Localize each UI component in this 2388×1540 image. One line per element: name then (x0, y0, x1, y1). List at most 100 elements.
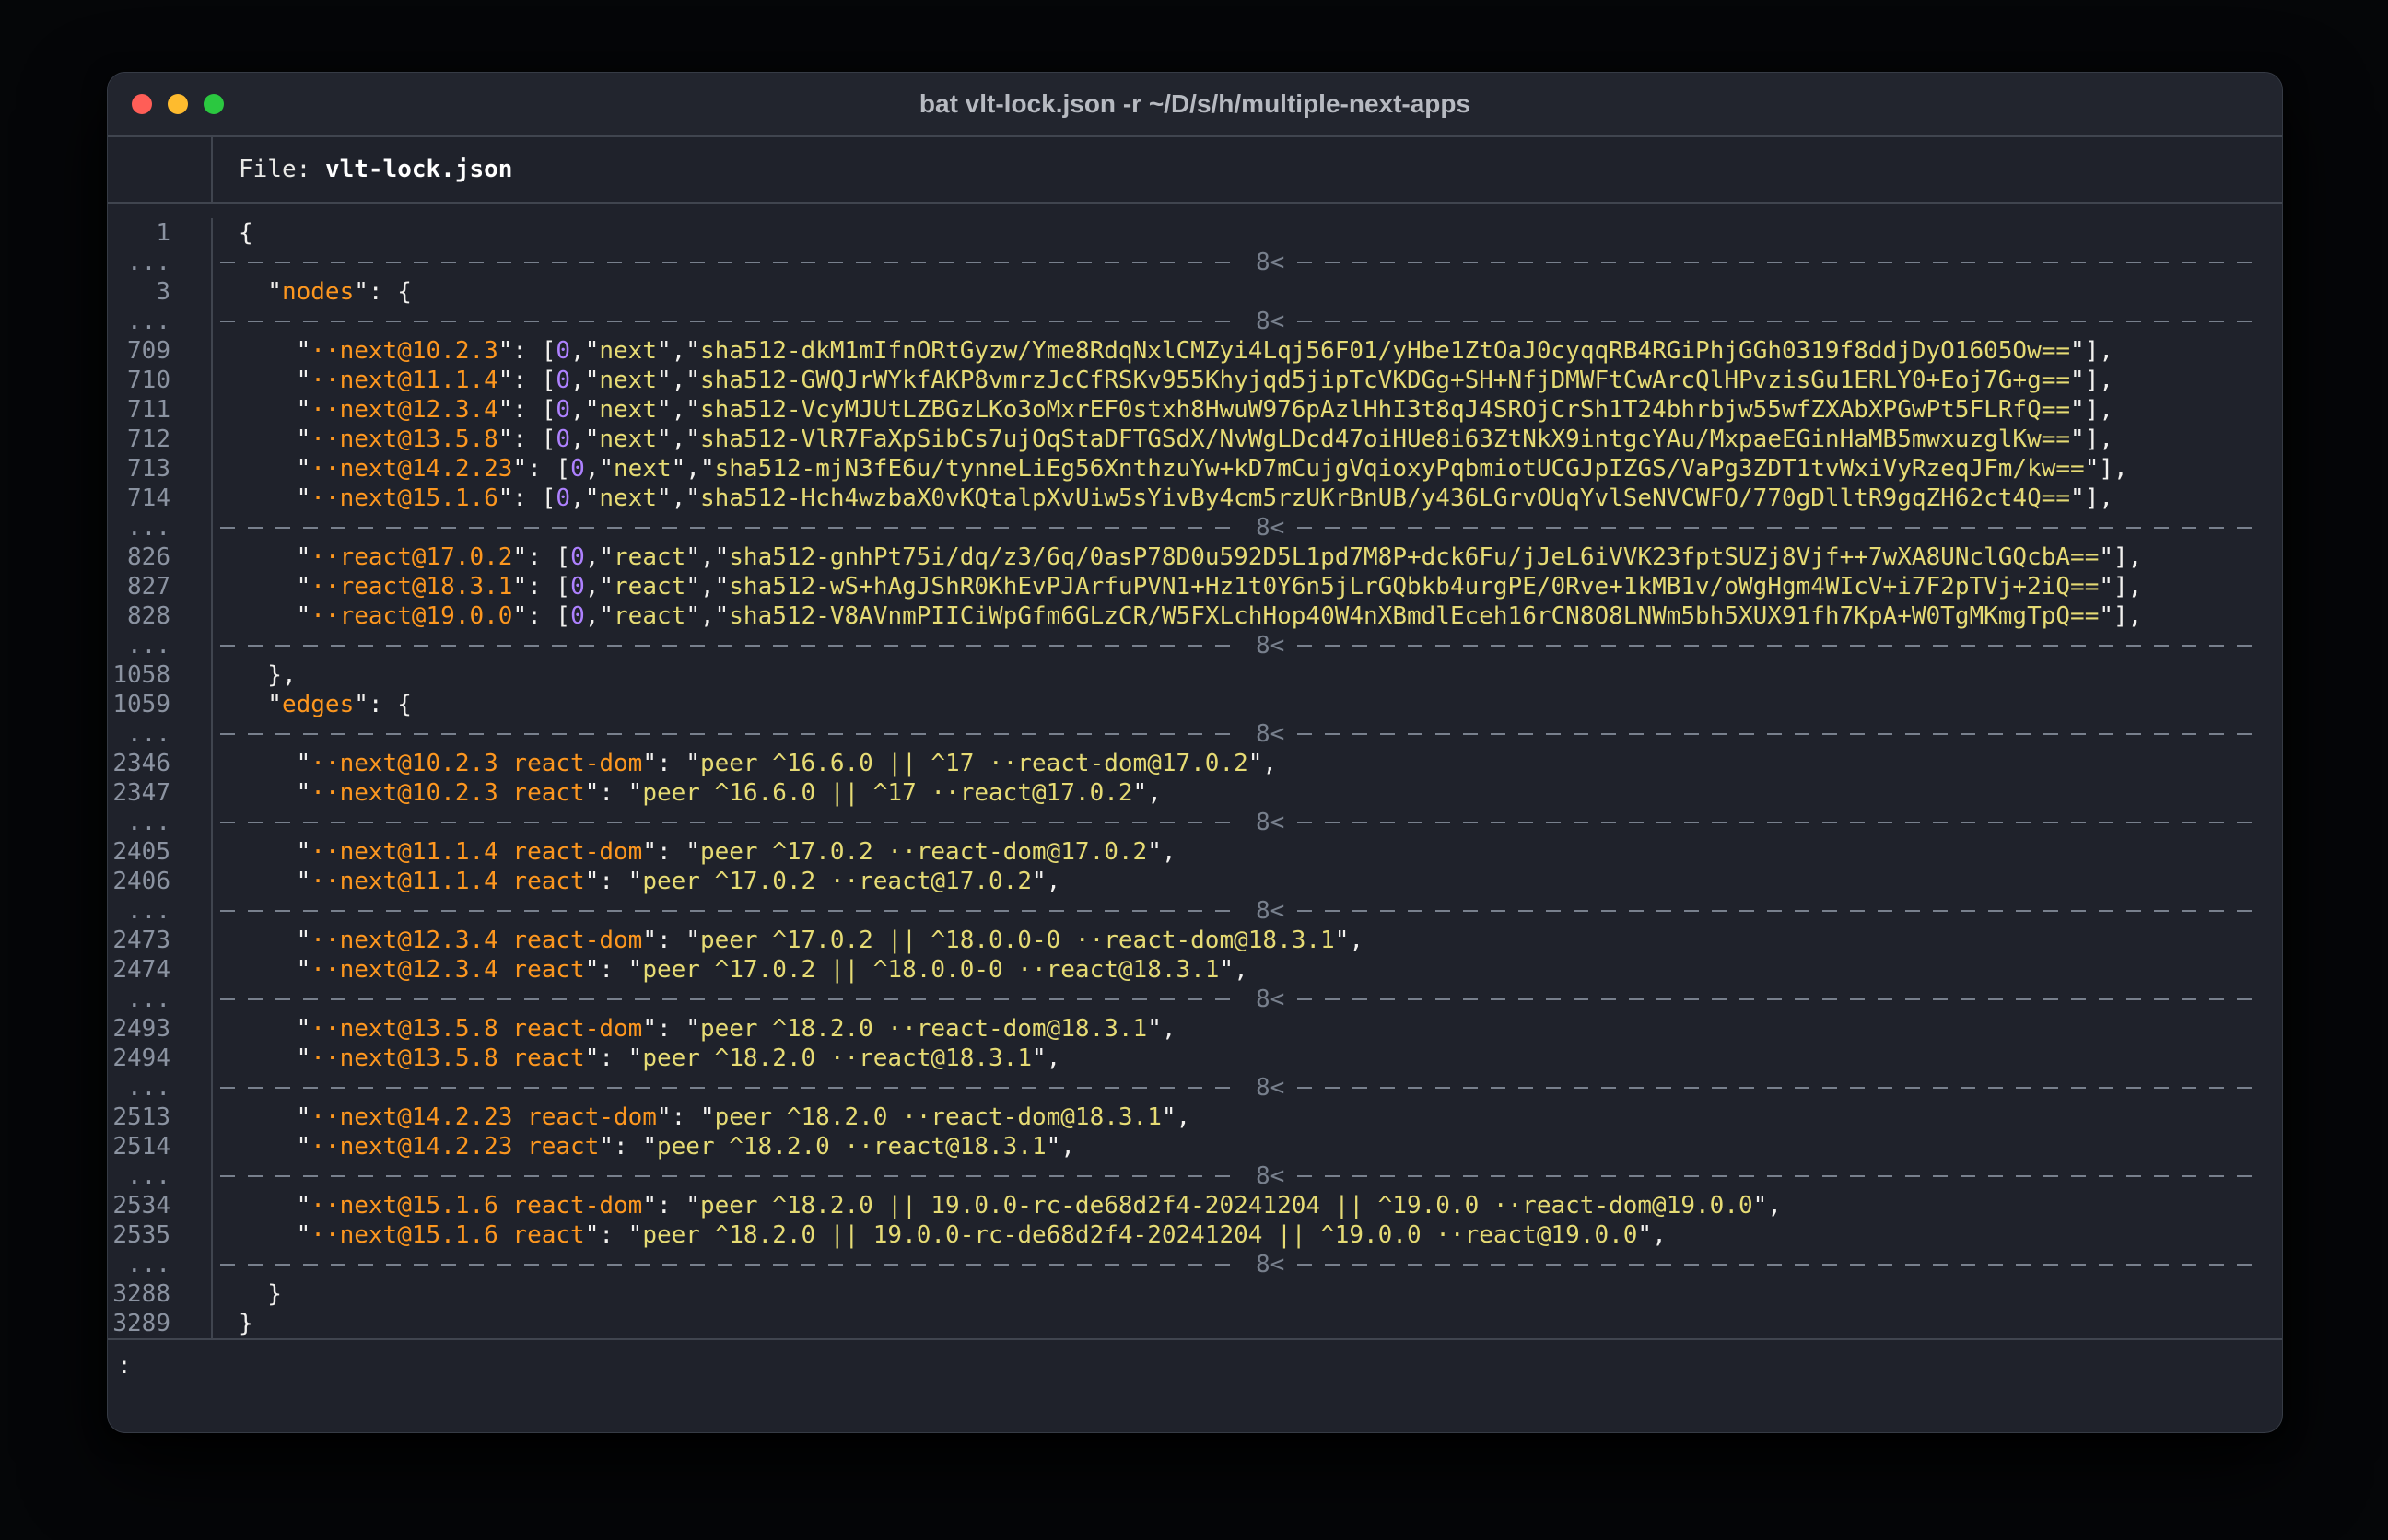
code-line: 709 "··next@10.2.3": [0,"next","sha512-d… (108, 336, 2282, 366)
desktop-background: bat vlt-lock.json -r ~/D/s/h/multiple-ne… (0, 0, 2388, 1540)
snip-divider: 8< (213, 631, 2282, 660)
snip-dash-right (1297, 1264, 2253, 1266)
snip-dash-right (1297, 733, 2253, 735)
scissors-marker: 8< (1256, 631, 1284, 660)
line-number: 1058 (108, 660, 213, 690)
code-text: "nodes": { (213, 277, 2282, 307)
snip-dash-left (220, 910, 1243, 912)
snip-divider: 8< (213, 985, 2282, 1014)
snip-dash-right (1297, 321, 2253, 322)
snip-dash-right (1297, 998, 2253, 1000)
line-number: 2474 (108, 955, 213, 985)
file-name: vlt-lock.json (325, 156, 513, 183)
snip-divider: 8< (213, 1161, 2282, 1191)
terminal-window: bat vlt-lock.json -r ~/D/s/h/multiple-ne… (107, 72, 2283, 1433)
snip-line: ...8< (108, 631, 2282, 660)
code-line: 2513 "··next@14.2.23 react-dom": "peer ^… (108, 1102, 2282, 1132)
line-number: ... (108, 896, 213, 926)
snip-dash-right (1297, 1175, 2253, 1177)
code-text: "··next@14.2.23 react-dom": "peer ^18.2.… (213, 1102, 2282, 1132)
line-number: 1 (108, 218, 213, 248)
scissors-marker: 8< (1256, 1073, 1284, 1102)
code-text: "··next@13.5.8 react": "peer ^18.2.0 ··r… (213, 1044, 2282, 1073)
close-button[interactable] (132, 94, 152, 114)
code-line: 3 "nodes": { (108, 277, 2282, 307)
snip-line: ...8< (108, 513, 2282, 542)
window-titlebar[interactable]: bat vlt-lock.json -r ~/D/s/h/multiple-ne… (108, 73, 2282, 137)
line-number: 2534 (108, 1191, 213, 1220)
snip-dash-left (220, 822, 1243, 823)
snip-dash-left (220, 1175, 1243, 1177)
snip-dash-left (220, 998, 1243, 1000)
code-line: 2473 "··next@12.3.4 react-dom": "peer ^1… (108, 926, 2282, 955)
minimize-button[interactable] (168, 94, 188, 114)
file-header-text: File: vlt-lock.json (213, 156, 512, 183)
code-line: 2347 "··next@10.2.3 react": "peer ^16.6.… (108, 778, 2282, 808)
line-number: 2514 (108, 1132, 213, 1161)
code-text: "··next@13.5.8": [0,"next","sha512-VlR7F… (213, 425, 2282, 454)
snip-dash-right (1297, 527, 2253, 529)
code-text: }, (213, 660, 2282, 690)
snip-line: ...8< (108, 808, 2282, 837)
snip-line: ...8< (108, 719, 2282, 749)
code-text: { (213, 218, 2282, 248)
snip-divider: 8< (213, 1073, 2282, 1102)
snip-divider: 8< (213, 808, 2282, 837)
code-text: "··next@15.1.6": [0,"next","sha512-Hch4w… (213, 484, 2282, 513)
code-text: "··next@10.2.3": [0,"next","sha512-dkM1m… (213, 336, 2282, 366)
snip-line: ...8< (108, 1161, 2282, 1191)
line-number: 2406 (108, 867, 213, 896)
line-number: ... (108, 985, 213, 1014)
code-text: "··next@13.5.8 react-dom": "peer ^18.2.0… (213, 1014, 2282, 1044)
snip-dash-left (220, 262, 1243, 263)
code-text: "··react@17.0.2": [0,"react","sha512-gnh… (213, 542, 2282, 572)
line-number: 826 (108, 542, 213, 572)
scissors-marker: 8< (1256, 896, 1284, 926)
line-number: ... (108, 248, 213, 277)
snip-dash-left (220, 321, 1243, 322)
code-text: "··next@12.3.4 react": "peer ^17.0.2 || … (213, 955, 2282, 985)
code-text: } (213, 1309, 2282, 1338)
code-line: 713 "··next@14.2.23": [0,"next","sha512-… (108, 454, 2282, 484)
file-label: File: (239, 156, 310, 183)
snip-divider: 8< (213, 513, 2282, 542)
code-text: "edges": { (213, 690, 2282, 719)
code-line: 2535 "··next@15.1.6 react": "peer ^18.2.… (108, 1220, 2282, 1250)
code-line: 710 "··next@11.1.4": [0,"next","sha512-G… (108, 366, 2282, 395)
code-text: "··next@11.1.4 react": "peer ^17.0.2 ··r… (213, 867, 2282, 896)
snip-dash-left (220, 645, 1243, 647)
snip-dash-right (1297, 262, 2253, 263)
line-number: 2493 (108, 1014, 213, 1044)
line-number: ... (108, 1250, 213, 1279)
code-line: 826 "··react@17.0.2": [0,"react","sha512… (108, 542, 2282, 572)
snip-divider: 8< (213, 1250, 2282, 1279)
snip-line: ... 8< (108, 896, 2282, 926)
code-line: 2346 "··next@10.2.3 react-dom": "peer ^1… (108, 749, 2282, 778)
code-line: 1059 "edges": { (108, 690, 2282, 719)
line-number: 3 (108, 277, 213, 307)
line-number: ... (108, 719, 213, 749)
snip-dash-left (220, 733, 1243, 735)
code-line: 2534 "··next@15.1.6 react-dom": "peer ^1… (108, 1191, 2282, 1220)
snip-dash-right (1297, 910, 2253, 912)
line-number: 2494 (108, 1044, 213, 1073)
code-text: "··next@12.3.4": [0,"next","sha512-VcyMJ… (213, 395, 2282, 425)
zoom-button[interactable] (204, 94, 224, 114)
pager-footer: : (108, 1338, 2282, 1418)
code-text: "··next@14.2.23": [0,"next","sha512-mjN3… (213, 454, 2282, 484)
line-number: 2473 (108, 926, 213, 955)
bat-file-header: File: vlt-lock.json (108, 137, 2282, 204)
code-text: "··react@19.0.0": [0,"react","sha512-V8A… (213, 601, 2282, 631)
scissors-marker: 8< (1256, 1250, 1284, 1279)
line-number: 2513 (108, 1102, 213, 1132)
code-text: "··next@10.2.3 react-dom": "peer ^16.6.0… (213, 749, 2282, 778)
snip-dash-left (220, 527, 1243, 529)
line-number: ... (108, 1161, 213, 1191)
line-number: 828 (108, 601, 213, 631)
scissors-marker: 8< (1256, 513, 1284, 542)
code-text: "··next@14.2.23 react": "peer ^18.2.0 ··… (213, 1132, 2282, 1161)
code-line: 711 "··next@12.3.4": [0,"next","sha512-V… (108, 395, 2282, 425)
snip-line: ... 8< (108, 1250, 2282, 1279)
pager-prompt-input[interactable]: : (117, 1352, 132, 1380)
line-number: ... (108, 1073, 213, 1102)
